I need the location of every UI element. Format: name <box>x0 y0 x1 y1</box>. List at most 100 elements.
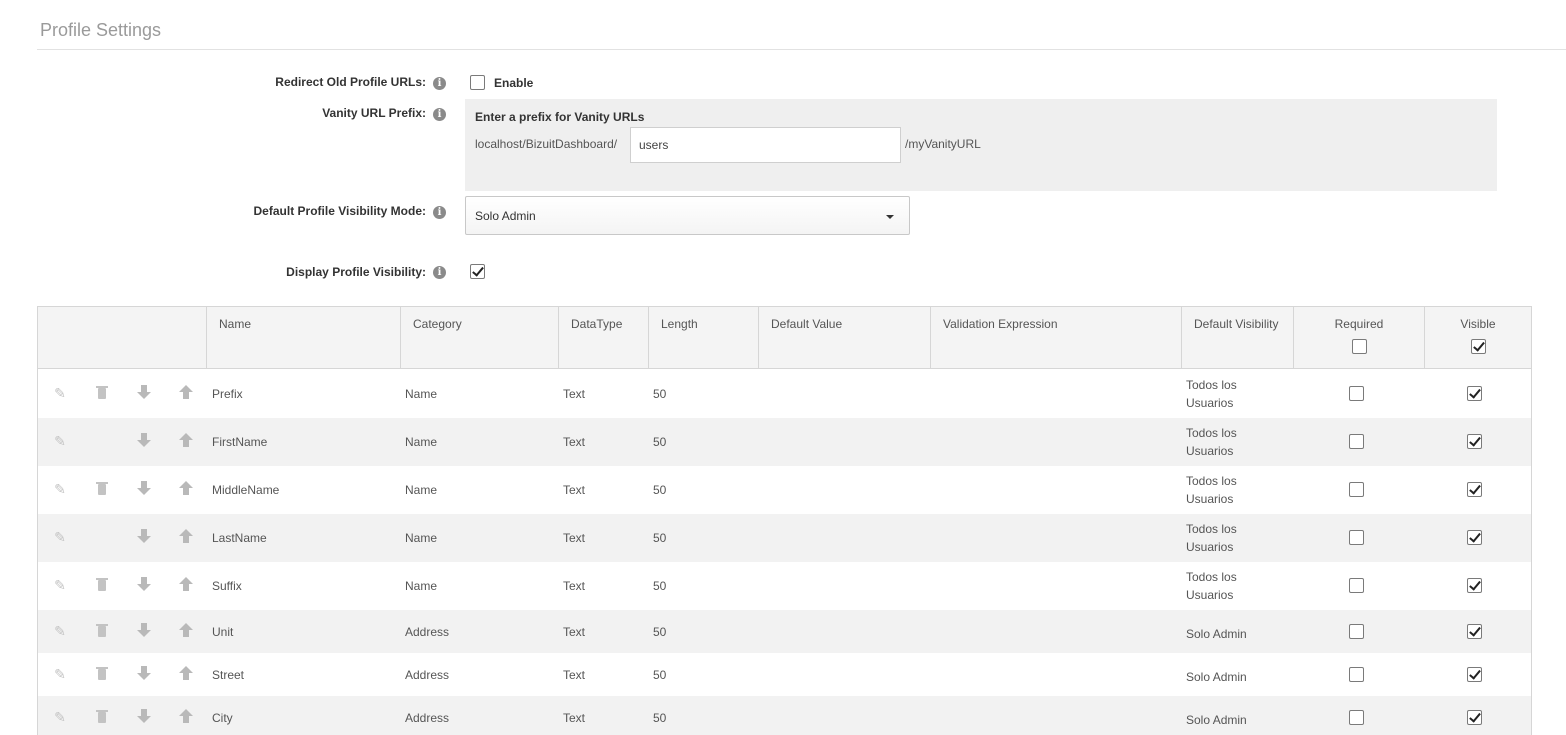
header-name[interactable]: Name <box>206 307 400 369</box>
edit-pencil-icon[interactable] <box>52 385 68 401</box>
header-validation-expression[interactable]: Validation Expression <box>930 307 1181 369</box>
page-title: Profile Settings <box>40 20 162 40</box>
delete-trash-icon[interactable] <box>94 385 110 401</box>
display-visibility-checkbox[interactable] <box>470 264 485 279</box>
redirect-enable-checkbox[interactable] <box>470 75 485 90</box>
cell-datatype: Text <box>563 387 586 401</box>
header-default-visibility[interactable]: Default Visibility <box>1181 307 1293 369</box>
edit-pencil-icon[interactable] <box>52 577 68 593</box>
visible-checkbox[interactable] <box>1467 624 1482 639</box>
cell-name: Prefix <box>212 387 243 401</box>
cell-length: 50 <box>653 531 667 545</box>
visible-all-checkbox[interactable] <box>1470 339 1486 354</box>
edit-pencil-icon[interactable] <box>52 709 68 725</box>
move-up-arrow-icon[interactable] <box>178 528 194 544</box>
cell-name: Street <box>212 668 245 682</box>
edit-pencil-icon[interactable] <box>52 433 68 449</box>
required-all-checkbox[interactable] <box>1351 339 1367 354</box>
info-icon[interactable]: i <box>433 206 446 219</box>
delete-trash-icon[interactable] <box>94 481 110 497</box>
move-down-arrow-icon[interactable] <box>136 432 152 448</box>
header-category[interactable]: Category <box>400 307 558 369</box>
table-row: MiddleName Name Text 50 Todos los Usuarios <box>38 466 1531 514</box>
required-checkbox[interactable] <box>1349 386 1364 401</box>
required-checkbox[interactable] <box>1349 482 1364 497</box>
visibility-mode-label: Default Profile Visibility Mode: <box>253 204 426 218</box>
title-divider <box>37 49 1566 50</box>
vanity-label: Vanity URL Prefix: <box>322 106 426 120</box>
visible-checkbox[interactable] <box>1467 482 1482 497</box>
cell-length: 50 <box>653 483 667 497</box>
move-up-arrow-icon[interactable] <box>178 576 194 592</box>
table-row: FirstName Name Text 50 Todos los Usuarios <box>38 418 1531 466</box>
info-icon[interactable]: i <box>433 108 446 121</box>
visibility-mode-select[interactable]: Solo Admin <box>465 196 910 235</box>
visibility-mode-value: Solo Admin <box>475 209 536 223</box>
header-default-value[interactable]: Default Value <box>758 307 930 369</box>
move-up-arrow-icon[interactable] <box>178 384 194 400</box>
visible-checkbox[interactable] <box>1467 434 1482 449</box>
visible-checkbox[interactable] <box>1467 386 1482 401</box>
cell-category: Address <box>405 668 450 682</box>
required-checkbox[interactable] <box>1349 667 1364 682</box>
table-row: City Address Text 50 Solo Admin <box>38 696 1531 735</box>
visible-checkbox[interactable] <box>1467 710 1482 725</box>
visible-checkbox[interactable] <box>1467 667 1482 682</box>
cell-default-visibility: Todos los Usuarios <box>1186 522 1237 554</box>
move-down-arrow-icon[interactable] <box>136 708 152 724</box>
cell-name: FirstName <box>212 435 268 449</box>
header-length[interactable]: Length <box>648 307 758 369</box>
cell-name: Unit <box>212 625 234 639</box>
move-down-arrow-icon[interactable] <box>136 480 152 496</box>
required-checkbox[interactable] <box>1349 530 1364 545</box>
cell-length: 50 <box>653 435 667 449</box>
move-up-arrow-icon[interactable] <box>178 665 194 681</box>
display-visibility-label: Display Profile Visibility: <box>286 265 426 279</box>
header-datatype[interactable]: DataType <box>558 307 648 369</box>
move-up-arrow-icon[interactable] <box>178 432 194 448</box>
cell-category: Name <box>405 579 438 593</box>
delete-trash-icon[interactable] <box>94 666 110 682</box>
required-checkbox[interactable] <box>1349 710 1364 725</box>
cell-datatype: Text <box>563 625 586 639</box>
move-down-arrow-icon[interactable] <box>136 384 152 400</box>
cell-default-visibility: Solo Admin <box>1186 627 1247 641</box>
move-up-arrow-icon[interactable] <box>178 708 194 724</box>
cell-default-visibility: Todos los Usuarios <box>1186 378 1237 410</box>
profile-properties-grid: Name Category DataType Length Default Va… <box>37 306 1532 735</box>
delete-trash-icon[interactable] <box>94 623 110 639</box>
cell-category: Name <box>405 387 438 401</box>
move-down-arrow-icon[interactable] <box>136 622 152 638</box>
move-up-arrow-icon[interactable] <box>178 480 194 496</box>
cell-category: Address <box>405 625 450 639</box>
vanity-suffix: /myVanityURL <box>905 137 981 151</box>
delete-trash-icon[interactable] <box>94 577 110 593</box>
move-up-arrow-icon[interactable] <box>178 622 194 638</box>
header-required-label: Required <box>1334 317 1384 331</box>
cell-name: MiddleName <box>212 483 280 497</box>
info-icon[interactable]: i <box>433 77 446 90</box>
cell-length: 50 <box>653 711 667 725</box>
delete-trash-icon[interactable] <box>94 709 110 725</box>
edit-pencil-icon[interactable] <box>52 529 68 545</box>
grid-header: Name Category DataType Length Default Va… <box>38 307 1531 369</box>
edit-pencil-icon[interactable] <box>52 481 68 497</box>
visible-checkbox[interactable] <box>1467 578 1482 593</box>
cell-category: Address <box>405 711 450 725</box>
info-icon[interactable]: i <box>433 266 446 279</box>
edit-pencil-icon[interactable] <box>52 666 68 682</box>
move-down-arrow-icon[interactable] <box>136 576 152 592</box>
required-checkbox[interactable] <box>1349 578 1364 593</box>
move-down-arrow-icon[interactable] <box>136 665 152 681</box>
required-checkbox[interactable] <box>1349 434 1364 449</box>
move-down-arrow-icon[interactable] <box>136 528 152 544</box>
vanity-prefix-input[interactable] <box>630 127 901 163</box>
visible-checkbox[interactable] <box>1467 530 1482 545</box>
required-checkbox[interactable] <box>1349 624 1364 639</box>
vanity-base-url: localhost/BizuitDashboard/ <box>475 137 618 151</box>
cell-default-visibility: Todos los Usuarios <box>1186 426 1237 458</box>
cell-length: 50 <box>653 625 667 639</box>
header-visible-label: Visible <box>1460 317 1496 331</box>
table-row: Unit Address Text 50 Solo Admin <box>38 610 1531 653</box>
edit-pencil-icon[interactable] <box>52 623 68 639</box>
